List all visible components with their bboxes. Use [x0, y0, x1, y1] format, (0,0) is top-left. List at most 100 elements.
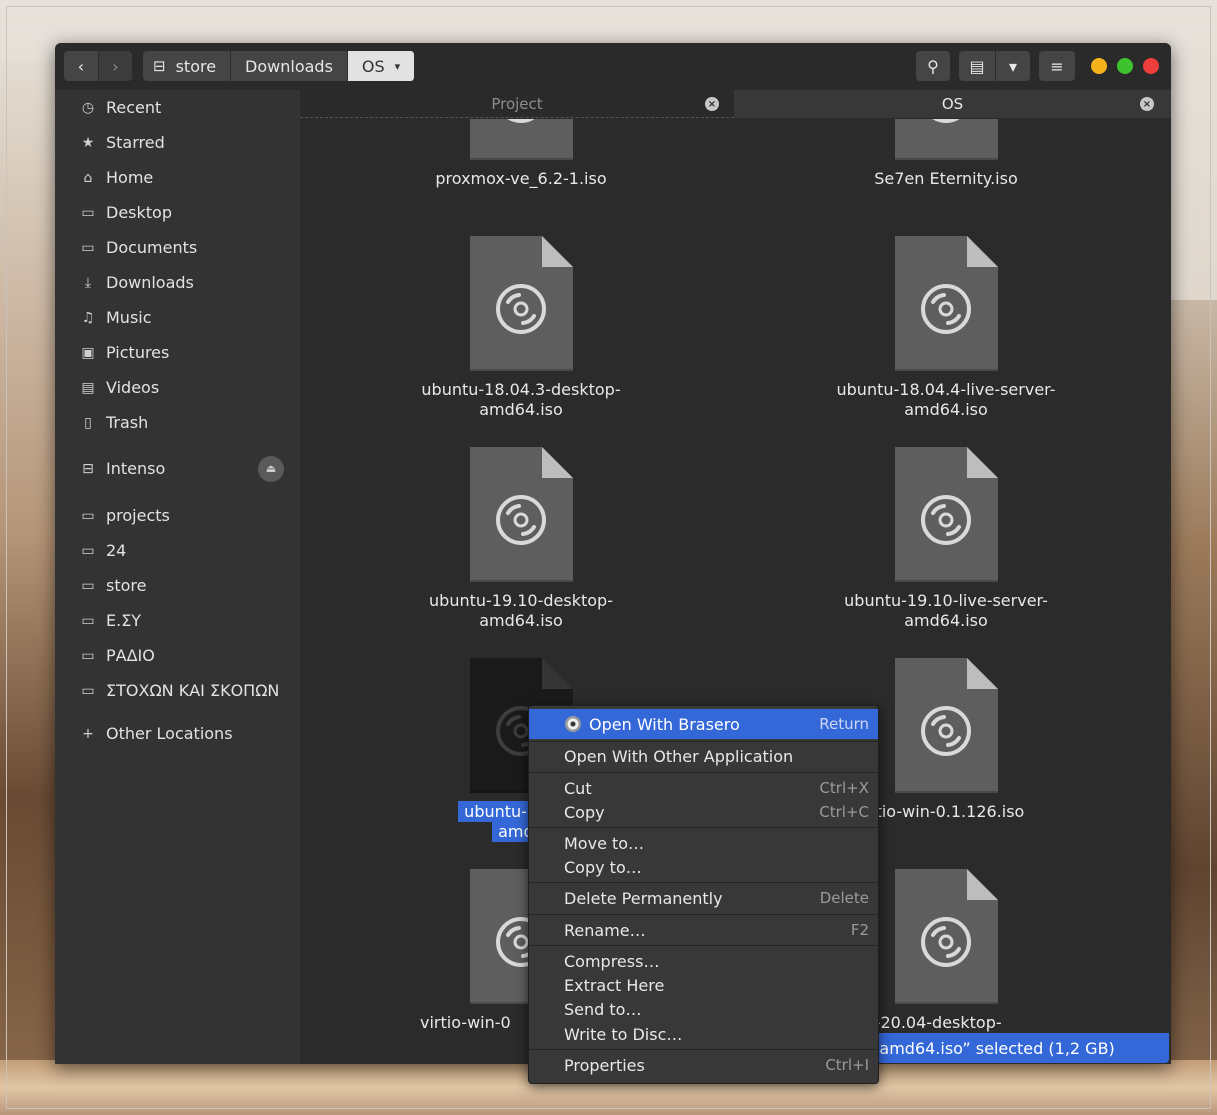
menu-item-properties[interactable]: Properties Ctrl+I [529, 1053, 878, 1077]
menu-item-delete-permanently[interactable]: Delete Permanently Delete [529, 886, 878, 910]
file-name: Se7en Eternity.iso [826, 169, 1066, 189]
iso-disc-file-icon [894, 236, 998, 371]
sidebar-item-label: Music [106, 308, 152, 327]
menu-button[interactable]: ≡ [1039, 51, 1075, 81]
crumb-label: Downloads [245, 56, 333, 76]
clock-icon: ◷ [81, 99, 95, 116]
music-icon: ♫ [81, 309, 95, 326]
tab-label: OS [941, 95, 964, 113]
file-name-line: proxmox-ve_6.2-1.iso [435, 169, 607, 188]
file-name-line: amd64.iso [904, 400, 988, 419]
sidebar-item-store[interactable]: ▭ store [55, 569, 300, 602]
sidebar-item-label: Videos [106, 378, 160, 397]
sidebar-item-στοχων-και-σκοπων[interactable]: ▭ ΣΤΟΧΩΝ ΚΑΙ ΣΚΟΠΩΝ [55, 674, 300, 707]
file-item[interactable]: ubuntu-18.04.4-live-server-amd64.iso [826, 236, 1066, 420]
menu-item-label: Write to Disc… [564, 1024, 683, 1044]
crumb-downloads[interactable]: Downloads [231, 51, 348, 81]
sidebar-item-ε-συ[interactable]: ▭ Ε.ΣΥ [55, 604, 300, 637]
menu-item-send-to[interactable]: Send to… [529, 997, 878, 1021]
sidebar-item-starred[interactable]: ★ Starred [55, 126, 300, 159]
menu-item-copy-to[interactable]: Copy to… [529, 855, 878, 879]
sidebar-item-documents[interactable]: ▭ Documents [55, 231, 300, 264]
headerbar: ‹ › ⊟ store Downloads OS ▾ ⚲ ▤ ▾ ≡ [55, 43, 1171, 90]
menu-item-cut[interactable]: Cut Ctrl+X [529, 776, 878, 800]
sidebar-item-24[interactable]: ▭ 24 [55, 534, 300, 567]
bookmark-folder-icon: ▭ [81, 507, 95, 524]
iso-disc-file-icon [894, 869, 998, 1004]
breadcrumb: ⊟ store Downloads OS ▾ [143, 51, 416, 81]
menu-item-open-with-brasero[interactable]: Open With Brasero Return [529, 709, 878, 739]
file-item[interactable]: Se7en Eternity.iso [826, 119, 1066, 189]
file-name-line: ubuntu-19.10-desktop- [429, 591, 613, 610]
menu-item-open-with-other-application[interactable]: Open With Other Application [529, 744, 878, 768]
menu-item-label: Open With Other Application [564, 746, 794, 766]
sidebar-item-desktop[interactable]: ▭ Desktop [55, 196, 300, 229]
sidebar-item-home[interactable]: ⌂ Home [55, 161, 300, 194]
list-view-icon: ▤ [969, 56, 985, 76]
menu-item-accelerator: Ctrl+C [819, 803, 869, 821]
file-item[interactable]: ubuntu-19.10-live-server-amd64.iso [826, 447, 1066, 631]
back-button[interactable]: ‹ [64, 51, 98, 81]
menu-separator [529, 741, 878, 742]
folder-icon: ▭ [81, 204, 95, 221]
menu-item-move-to[interactable]: Move to… [529, 831, 878, 855]
file-item[interactable]: ubuntu-19.10-desktop-amd64.iso [401, 447, 641, 631]
sidebar-item-downloads[interactable]: ⤓ Downloads [55, 266, 300, 299]
forward-button[interactable]: › [99, 51, 132, 81]
menu-item-copy[interactable]: Copy Ctrl+C [529, 800, 878, 824]
file-item[interactable]: proxmox-ve_6.2-1.iso [401, 119, 641, 189]
bookmark-folder-icon: ▭ [81, 612, 95, 629]
crumb-store[interactable]: ⊟ store [143, 51, 232, 81]
bookmark-folder-icon: ▭ [81, 682, 95, 699]
file-name-line: Se7en Eternity.iso [874, 169, 1018, 188]
menu-item-compress[interactable]: Compress… [529, 949, 878, 973]
sidebar-item-pictures[interactable]: ▣ Pictures [55, 336, 300, 369]
view-toggle-button[interactable]: ▤ [959, 51, 995, 81]
file-name-line: rtio-win-0.1.126.iso [869, 802, 1025, 821]
tab-os[interactable]: OS × [734, 90, 1171, 118]
sidebar-item-music[interactable]: ♫ Music [55, 301, 300, 334]
crumb-os[interactable]: OS ▾ [347, 51, 416, 81]
sidebar-item-projects[interactable]: ▭ projects [55, 499, 300, 532]
menu-item-extract-here[interactable]: Extract Here [529, 973, 878, 997]
sidebar-item-intenso[interactable]: ⊟ Intenso ⏏ [55, 452, 300, 485]
sidebar-item-trash[interactable]: ▯ Trash [55, 406, 300, 439]
sidebar-item-recent[interactable]: ◷ Recent [55, 91, 300, 124]
menu-item-write-to-disc[interactable]: Write to Disc… [529, 1022, 878, 1046]
picture-icon: ▣ [81, 344, 95, 361]
tab-project[interactable]: Project × [300, 90, 734, 118]
file-name: ubuntu-19.10-desktop-amd64.iso [401, 591, 641, 631]
minimize-button[interactable] [1091, 58, 1107, 74]
file-name: ubuntu-18.04.3-desktop-amd64.iso [401, 380, 641, 420]
search-button[interactable]: ⚲ [916, 51, 950, 81]
sidebar-item-label: Other Locations [106, 724, 233, 743]
iso-disc-file-icon [469, 236, 573, 371]
menu-separator [529, 882, 878, 883]
menu-item-rename[interactable]: Rename… F2 [529, 918, 878, 942]
hamburger-icon: ≡ [1050, 56, 1064, 76]
close-button[interactable] [1143, 58, 1159, 74]
sidebar-item-label: Downloads [106, 273, 194, 292]
sidebar-item-label: Ε.ΣΥ [106, 611, 142, 630]
sidebar-item-videos[interactable]: ▤ Videos [55, 371, 300, 404]
view-options-button[interactable]: ▾ [996, 51, 1030, 81]
file-name-line: amd64.iso [904, 611, 988, 630]
menu-item-label: Copy [564, 802, 605, 822]
file-name-line: ubuntu-18.04.4-live-server- [836, 380, 1056, 399]
chevron-down-icon: ▾ [394, 59, 401, 73]
bookmark-folder-icon: ▭ [81, 577, 95, 594]
close-icon[interactable]: × [705, 97, 719, 111]
file-name-line: virtio-win-0 [420, 1013, 511, 1032]
brasero-disc-icon [565, 716, 581, 732]
sidebar-item-ραδιο[interactable]: ▭ ΡΑΔΙΟ [55, 639, 300, 672]
close-icon[interactable]: × [1140, 97, 1154, 111]
sidebar-item-label: Documents [106, 238, 198, 257]
eject-icon[interactable]: ⏏ [258, 455, 284, 482]
sidebar-item-label: ΡΑΔΙΟ [106, 646, 155, 665]
file-item[interactable]: ubuntu-18.04.3-desktop-amd64.iso [401, 236, 641, 420]
menu-item-label: Extract Here [564, 975, 665, 995]
maximize-button[interactable] [1117, 58, 1133, 74]
menu-separator [529, 914, 878, 915]
sidebar-item-label: Starred [106, 133, 165, 152]
sidebar-item-other-locations[interactable]: + Other Locations [55, 717, 300, 750]
